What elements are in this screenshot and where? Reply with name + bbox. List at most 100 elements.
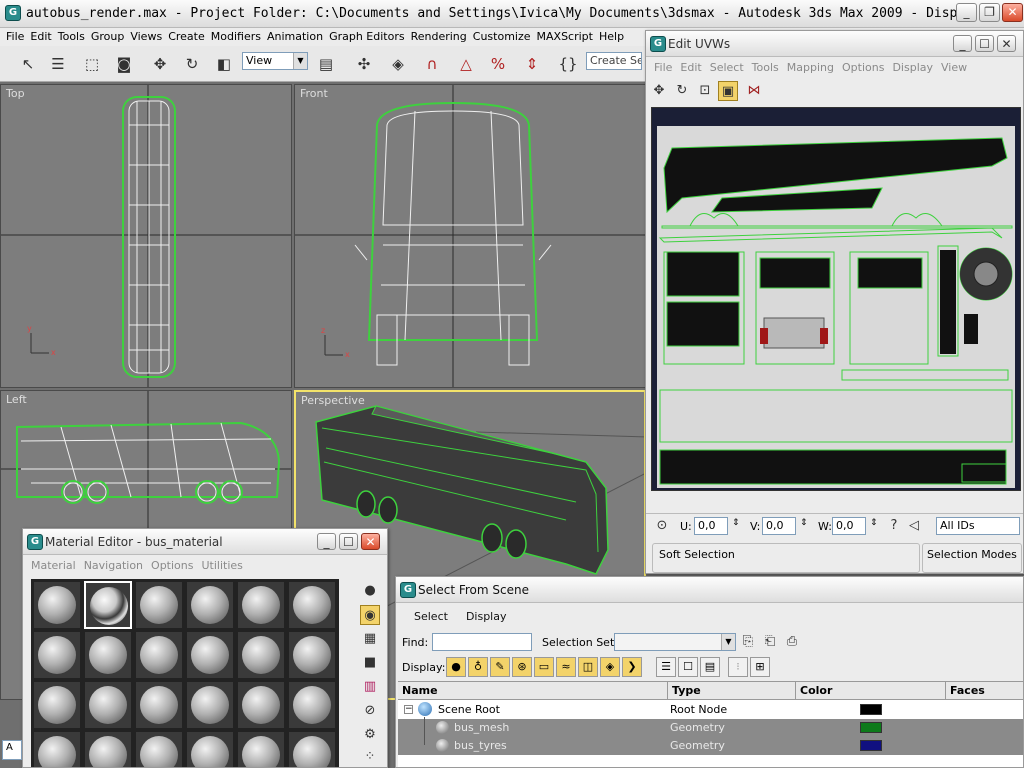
backlight-icon[interactable]: ◉ — [360, 605, 380, 625]
display-influences-icon[interactable]: ⊞ — [750, 657, 770, 677]
table-row-selected[interactable]: bus_mesh Geometry — [398, 717, 1023, 737]
menu-animation[interactable]: Animation — [261, 28, 323, 43]
select-by-name-icon[interactable]: ☰ — [46, 52, 70, 76]
material-slot[interactable] — [135, 581, 183, 629]
select-by-material-icon[interactable]: ⁘ — [360, 747, 380, 767]
menu-tools[interactable]: Tools — [52, 28, 85, 43]
material-slot[interactable] — [288, 681, 336, 729]
material-slot-active[interactable] — [84, 581, 132, 629]
edit-named-selection-icon[interactable]: {} — [556, 52, 580, 76]
snaps-toggle-icon[interactable]: ∩ — [420, 52, 444, 76]
column-header-type[interactable]: Type — [668, 682, 796, 700]
material-slot[interactable] — [288, 731, 336, 767]
restore-button[interactable]: ❐ — [979, 3, 1000, 22]
material-slot[interactable] — [33, 731, 81, 767]
menu-help[interactable]: Help — [593, 28, 624, 43]
rectangular-selection-icon[interactable]: ⬚ — [80, 52, 104, 76]
select-none-icon[interactable]: ☐ — [678, 657, 698, 677]
material-maximize-button[interactable]: ☐ — [339, 533, 358, 550]
uvw-menu-mapping[interactable]: Mapping — [779, 58, 834, 74]
selection-set-save-icon[interactable]: ⎘ — [738, 632, 758, 652]
scale-icon[interactable]: ◧ — [212, 52, 236, 76]
display-helpers-icon[interactable]: ▭ — [534, 657, 554, 677]
uvw-menu-view[interactable]: View — [933, 58, 967, 74]
material-slot[interactable] — [237, 681, 285, 729]
sfs-menu-select[interactable]: Select — [396, 607, 448, 623]
menu-rendering[interactable]: Rendering — [405, 28, 467, 43]
select-object-icon[interactable]: ↖ — [16, 52, 40, 76]
close-button[interactable]: ✕ — [1002, 3, 1023, 22]
material-slot[interactable] — [33, 631, 81, 679]
maxscript-listener-mini[interactable]: A — [2, 740, 22, 760]
uvw-menu-options[interactable]: Options — [834, 58, 884, 74]
uvw-menu-display[interactable]: Display — [884, 58, 933, 74]
uvw-move-icon[interactable]: ✥ — [649, 81, 669, 101]
menu-graph-editors[interactable]: Graph Editors — [323, 28, 405, 43]
uvw-menu-edit[interactable]: Edit — [672, 58, 701, 74]
selection-set-remove-icon[interactable]: ⎙ — [782, 632, 802, 652]
material-slot[interactable] — [186, 631, 234, 679]
sample-uv-tiling-icon[interactable]: ■ — [360, 653, 380, 673]
video-color-check-icon[interactable]: ▥ — [360, 677, 380, 697]
make-preview-icon[interactable]: ⊘ — [360, 701, 380, 721]
select-from-scene-titlebar[interactable]: G Select From Scene — [396, 577, 1023, 603]
percent-snap-icon[interactable]: % — [486, 52, 510, 76]
edit-uvws-titlebar[interactable]: G Edit UVWs _ ☐ ✕ — [646, 31, 1023, 57]
material-slot[interactable] — [237, 631, 285, 679]
uvw-close-button[interactable]: ✕ — [997, 35, 1016, 52]
menu-group[interactable]: Group — [85, 28, 125, 43]
display-shapes-icon[interactable]: ♁ — [468, 657, 488, 677]
uvw-menu-tools[interactable]: Tools — [744, 58, 779, 74]
find-input[interactable] — [432, 633, 532, 651]
viewport-front[interactable]: Front zx — [294, 84, 646, 388]
column-header-faces[interactable]: Faces — [946, 682, 1023, 700]
material-slot[interactable] — [84, 631, 132, 679]
material-slot[interactable] — [135, 681, 183, 729]
display-bones-icon[interactable]: ❯ — [622, 657, 642, 677]
material-menu-utilities[interactable]: Utilities — [193, 556, 242, 572]
material-slot[interactable] — [33, 581, 81, 629]
menu-edit[interactable]: Edit — [24, 28, 51, 43]
checker-background-icon[interactable]: ▦ — [360, 629, 380, 649]
uvw-absolute-offset-icon[interactable]: ⊙ — [652, 516, 672, 536]
keyboard-shortcut-toggle-icon[interactable]: ◈ — [386, 52, 410, 76]
menu-create[interactable]: Create — [162, 28, 205, 43]
material-menu-navigation[interactable]: Navigation — [76, 556, 143, 572]
material-slot[interactable] — [288, 631, 336, 679]
menu-customize[interactable]: Customize — [467, 28, 531, 43]
spinner-snap-icon[interactable]: ⇕ — [520, 52, 544, 76]
material-close-button[interactable]: ✕ — [361, 533, 380, 550]
w-value-field[interactable]: 0,0 — [832, 517, 866, 535]
select-invert-icon[interactable]: ▤ — [700, 657, 720, 677]
uvw-menu-file[interactable]: File — [646, 58, 672, 74]
material-editor-titlebar[interactable]: G Material Editor - bus_material _ ☐ ✕ — [23, 529, 387, 555]
uvw-paint-select-icon[interactable]: ◁ — [904, 516, 924, 536]
v-value-field[interactable]: 0,0 — [762, 517, 796, 535]
display-children-icon[interactable]: ⁝ — [728, 657, 748, 677]
material-slot[interactable] — [84, 731, 132, 767]
display-cameras-icon[interactable]: ⊛ — [512, 657, 532, 677]
display-lights-icon[interactable]: ✎ — [490, 657, 510, 677]
select-manipulate-icon[interactable]: ✣ — [352, 52, 376, 76]
table-row[interactable]: − Scene Root Root Node — [398, 701, 1023, 719]
window-crossing-icon[interactable]: ◙ — [112, 52, 136, 76]
w-spinner-icon[interactable]: ⇕ — [870, 518, 878, 528]
display-xrefs-icon[interactable]: ◈ — [600, 657, 620, 677]
material-menu-options[interactable]: Options — [143, 556, 193, 572]
v-spinner-icon[interactable]: ⇕ — [800, 518, 808, 528]
minimize-button[interactable]: _ — [956, 3, 977, 22]
table-row-selected[interactable]: bus_tyres Geometry — [398, 735, 1023, 755]
uvw-minimize-button[interactable]: _ — [953, 35, 972, 52]
display-geometry-icon[interactable]: ● — [446, 657, 466, 677]
column-header-name[interactable]: Name — [398, 682, 668, 700]
uvw-scale-icon[interactable]: ⊡ — [695, 81, 715, 101]
options-icon[interactable]: ⚙ — [360, 725, 380, 745]
uvw-rotate-icon[interactable]: ↻ — [672, 81, 692, 101]
material-slot[interactable] — [237, 731, 285, 767]
menu-file[interactable]: File — [0, 28, 24, 43]
viewport-top[interactable]: Top yx — [0, 84, 292, 388]
material-slot[interactable] — [84, 681, 132, 729]
material-slot[interactable] — [33, 681, 81, 729]
uvw-lock-icon[interactable]: ? — [884, 516, 904, 536]
material-slot[interactable] — [135, 731, 183, 767]
